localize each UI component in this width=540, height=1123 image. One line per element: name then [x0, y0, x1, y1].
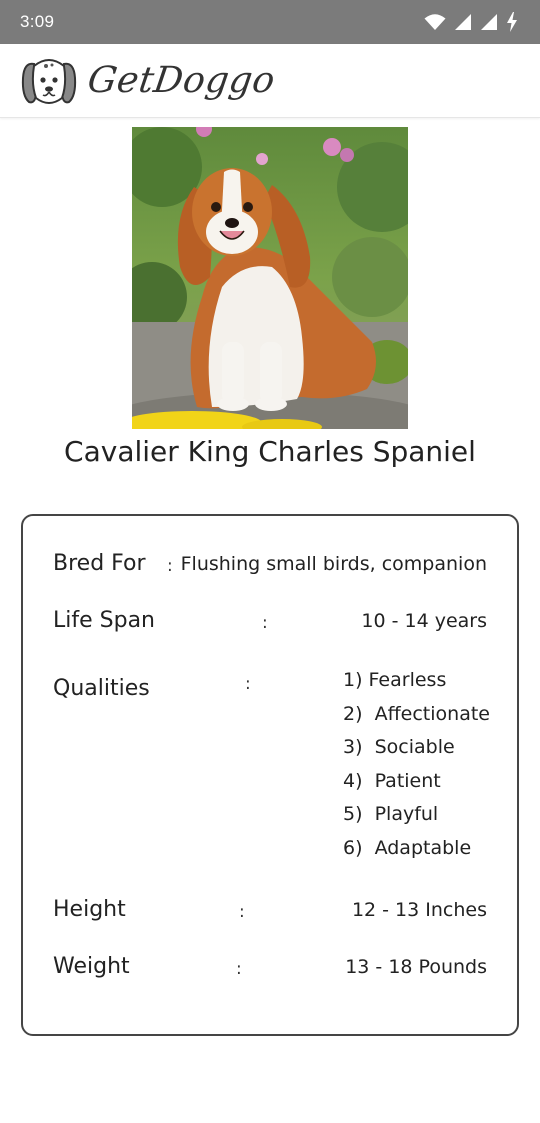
battery-charging-icon	[506, 12, 518, 32]
weight-separator: :	[236, 959, 242, 979]
weight-value: 13 - 18 Pounds	[345, 956, 487, 978]
status-icons	[424, 12, 518, 32]
quality-item: 1) Fearless	[343, 669, 447, 691]
breed-details-card: Bred For : Flushing small birds, compani…	[21, 514, 519, 1036]
breed-name: Cavalier King Charles Spaniel	[64, 435, 476, 468]
dog-face-icon[interactable]	[20, 56, 78, 106]
quality-item: 6) Adaptable	[343, 836, 472, 859]
app-header: GetDoggo	[0, 44, 540, 118]
status-time: 3:09	[20, 12, 55, 31]
life-span-label: Life Span	[53, 608, 155, 633]
height-label: Height	[53, 897, 126, 922]
life-span-separator: :	[262, 613, 268, 633]
quality-item: 4) Patient	[343, 769, 441, 792]
qualities-separator: :	[245, 674, 251, 694]
quality-item: 3) Sociable	[343, 736, 455, 759]
dog-photo	[132, 127, 408, 429]
status-bar: 3:09	[0, 0, 540, 44]
weight-label: Weight	[53, 954, 130, 979]
bred-for-value: Flushing small birds, companion	[180, 553, 487, 575]
signal-icon	[480, 13, 498, 31]
quality-item: 2) Affectionate	[343, 702, 490, 725]
qualities-list: 1) Fearless 2) Affectionate 3) Sociable …	[343, 664, 490, 866]
bred-for-separator: :	[167, 556, 173, 576]
quality-item: 5) Playful	[343, 803, 439, 826]
height-value: 12 - 13 Inches	[351, 899, 487, 921]
signal-icon	[454, 13, 472, 31]
wifi-icon	[424, 13, 446, 31]
brand-name: GetDoggo	[85, 60, 278, 101]
life-span-value: 10 - 14 years	[361, 610, 487, 632]
qualities-label: Qualities	[53, 676, 150, 701]
bred-for-label: Bred For	[53, 551, 146, 576]
height-separator: :	[239, 902, 245, 922]
